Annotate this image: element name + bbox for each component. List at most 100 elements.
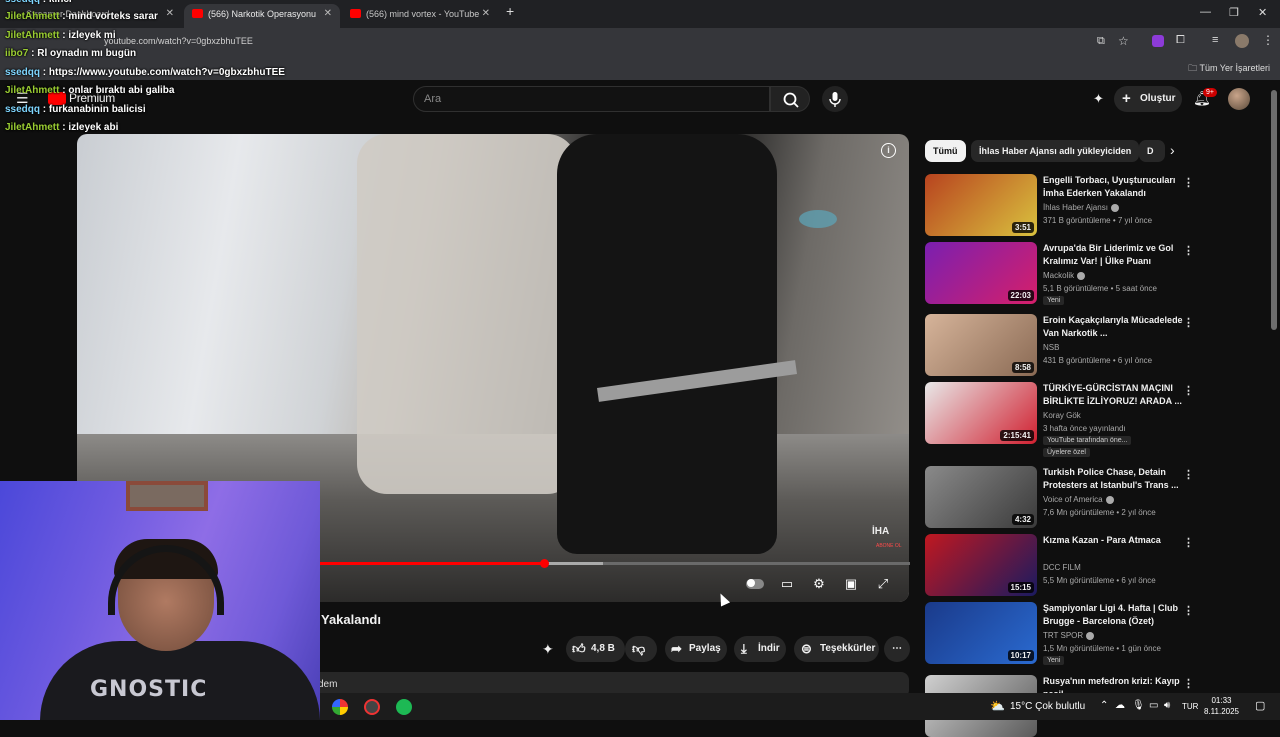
clock[interactable]: 01:33 8.11.2025 <box>1204 695 1239 717</box>
new-tab-button[interactable]: + <box>506 3 514 19</box>
app-icon[interactable] <box>364 699 380 715</box>
channel-name[interactable]: Voice of America <box>1043 495 1114 504</box>
chip-uploader[interactable]: İhlas Haber Ajansı adlı yükleyiciden <box>971 140 1140 162</box>
video-thumbnail[interactable]: 10:17 <box>925 602 1037 664</box>
channel-name[interactable]: İhlas Haber Ajansı <box>1043 203 1119 212</box>
video-thumbnail[interactable]: 2:15:41 <box>925 382 1037 444</box>
microphone-tray-icon[interactable]: 🎙︎ <box>1132 700 1145 711</box>
fullscreen-icon[interactable]: ⤢ <box>874 575 892 593</box>
page-scrollbar[interactable] <box>1271 90 1277 330</box>
video-thumbnail[interactable]: 4:32 <box>925 466 1037 528</box>
dislike-button[interactable]: 👎︎ <box>625 636 657 662</box>
account-avatar[interactable] <box>1228 88 1250 110</box>
extensions-puzzle-icon[interactable]: ⧠ <box>1176 34 1185 47</box>
chip-all[interactable]: Tümü <box>925 140 966 162</box>
volume-icon[interactable]: 🔊︎ <box>1164 700 1170 711</box>
more-options-icon[interactable]: ⋮ <box>1183 176 1194 189</box>
recommended-video[interactable]: 10:17 Şampiyonlar Ligi 4. Hafta | Club Br… <box>925 602 1265 665</box>
extension-icon[interactable] <box>1152 35 1164 47</box>
tab-label: (566) mind vortex - YouTube <box>366 9 480 19</box>
create-button[interactable]: + Oluştur <box>1114 86 1182 112</box>
network-icon[interactable]: ▭ <box>1149 700 1158 711</box>
recommended-video[interactable]: 8:58 Eroin Kaçakçılarıyla Mücadelede Van … <box>925 314 1265 376</box>
settings-gear-icon[interactable]: ⚙ <box>810 575 828 593</box>
close-icon[interactable]: ✕ <box>166 4 174 24</box>
language-indicator[interactable]: TUR <box>1182 702 1198 711</box>
browser-menu-icon[interactable]: ⋮ <box>1262 33 1274 47</box>
video-title[interactable]: Engelli Torbacı, Uyuşturucuları İmha Ede… <box>1043 174 1183 200</box>
reading-list-icon[interactable]: ≡ <box>1212 34 1218 46</box>
tab-mind-vortex[interactable]: (566) mind vortex - YouTube ✕ <box>342 4 498 28</box>
channel-name[interactable]: DCC FILM <box>1043 563 1081 572</box>
video-title[interactable]: Avrupa'da Bir Liderimiz ve Gol Kralımız … <box>1043 242 1183 268</box>
studio-sparkle-icon[interactable]: ✦ <box>1093 91 1104 107</box>
info-icon[interactable]: i <box>881 143 896 158</box>
search-input[interactable]: Ara <box>413 86 770 112</box>
channel-name[interactable]: NSB <box>1043 343 1059 352</box>
more-options-icon[interactable]: ⋮ <box>1183 536 1194 549</box>
video-title[interactable]: Eroin Kaçakçılarıyla Mücadelede Van Nark… <box>1043 314 1183 340</box>
bookmark-star-icon[interactable]: ☆ <box>1118 34 1129 48</box>
more-actions-button[interactable]: ⋯ <box>884 636 910 662</box>
cloud-icon[interactable]: ☁ <box>1115 700 1125 711</box>
spotify-icon[interactable] <box>396 699 412 715</box>
all-bookmarks-link[interactable]: 🗀 Tüm Yer İşaretleri <box>1188 61 1270 77</box>
thanks-button[interactable]: ⊜ Teşekkürler <box>794 636 879 662</box>
window-close-icon[interactable]: ✕ <box>1258 6 1267 19</box>
notifications-icon[interactable]: ▢ <box>1255 699 1265 712</box>
wall-picture-frame <box>126 481 208 511</box>
url-field[interactable]: youtube.com/watch?v=0gbxzbhuTEE <box>104 36 253 46</box>
restore-icon[interactable]: ❐ <box>1229 6 1239 19</box>
video-thumbnail[interactable]: 3:51 <box>925 174 1037 236</box>
video-title[interactable]: Kızma Kazan - Para Atmaca <box>1043 534 1183 547</box>
channel-name[interactable]: Koray Gök <box>1043 411 1081 420</box>
more-options-icon[interactable]: ⋮ <box>1183 604 1194 617</box>
tray-chevron-icon[interactable]: ⌃ <box>1100 700 1108 711</box>
recommended-video[interactable]: 2:15:41 TÜRKİYE-GÜRCİSTAN MAÇINI BİRLİKTE… <box>925 382 1265 457</box>
video-thumbnail[interactable]: 22:03 <box>925 242 1037 304</box>
microphone-icon <box>829 92 841 107</box>
thanks-label: Teşekkürler <box>820 643 876 654</box>
video-title[interactable]: Şampiyonlar Ligi 4. Hafta | Club Brugge … <box>1043 602 1183 628</box>
video-thumbnail[interactable]: 8:58 <box>925 314 1037 376</box>
download-button[interactable]: ⤓ İndir <box>734 636 786 662</box>
sparkle-icon[interactable]: ✦ <box>542 641 554 658</box>
channel-name[interactable]: TRT SPOR <box>1043 631 1095 640</box>
video-thumbnail[interactable]: 15:15 <box>925 534 1037 596</box>
chat-text: Rl oynadın mı bugün <box>37 48 137 59</box>
video-title[interactable]: TÜRKİYE-GÜRCİSTAN MAÇINI BİRLİKTE İZLİYO… <box>1043 382 1183 408</box>
chrome-icon[interactable] <box>332 699 348 715</box>
video-title[interactable]: Turkish Police Chase, Detain Protesters … <box>1043 466 1183 492</box>
subtitles-icon[interactable]: ▭ <box>778 575 796 593</box>
share-button[interactable]: ➦ Paylaş <box>665 636 727 662</box>
profile-avatar[interactable] <box>1235 34 1249 48</box>
minimize-icon[interactable]: — <box>1200 6 1211 18</box>
progress-buffered <box>544 562 603 565</box>
recommended-video[interactable]: 3:51 Engelli Torbacı, Uyuşturucuları İmha… <box>925 174 1265 236</box>
chat-message: JiletAhmett : mind vorteks sarar <box>5 11 158 22</box>
autoplay-toggle[interactable] <box>746 575 764 593</box>
more-options-icon[interactable]: ⋮ <box>1183 244 1194 257</box>
theater-mode-icon[interactable]: ▣ <box>842 575 860 593</box>
more-options-icon[interactable]: ⋮ <box>1183 677 1194 690</box>
close-icon[interactable]: ✕ <box>324 4 332 24</box>
install-app-icon[interactable]: ⧉ <box>1097 35 1105 48</box>
like-button[interactable]: 👍︎ 4,8 B <box>566 636 625 662</box>
progress-scrubber[interactable] <box>540 559 549 568</box>
weather-text[interactable]: 15°C Çok bulutlu <box>1010 701 1085 712</box>
chip-more[interactable]: D <box>1139 140 1165 162</box>
recommended-video[interactable]: 22:03 Avrupa'da Bir Liderimiz ve Gol Kral… <box>925 242 1265 305</box>
close-icon[interactable]: ✕ <box>482 4 490 24</box>
more-options-icon[interactable]: ⋮ <box>1183 468 1194 481</box>
recommended-video[interactable]: 15:15 Kızma Kazan - Para Atmaca DCC FILM 5,… <box>925 534 1265 596</box>
duration-badge: 2:15:41 <box>1000 430 1034 441</box>
voice-search-button[interactable] <box>822 86 848 112</box>
tab-narkotik[interactable]: (566) Narkotik Operasyonu ✕ <box>184 4 340 28</box>
search-button[interactable] <box>770 86 810 112</box>
notification-badge: 9+ <box>1203 88 1217 97</box>
recommended-video[interactable]: 4:32 Turkish Police Chase, Detain Protest… <box>925 466 1265 528</box>
more-options-icon[interactable]: ⋮ <box>1183 384 1194 397</box>
more-options-icon[interactable]: ⋮ <box>1183 316 1194 329</box>
channel-name[interactable]: Mackolik <box>1043 271 1086 280</box>
chevron-right-icon[interactable]: › <box>1170 142 1175 158</box>
